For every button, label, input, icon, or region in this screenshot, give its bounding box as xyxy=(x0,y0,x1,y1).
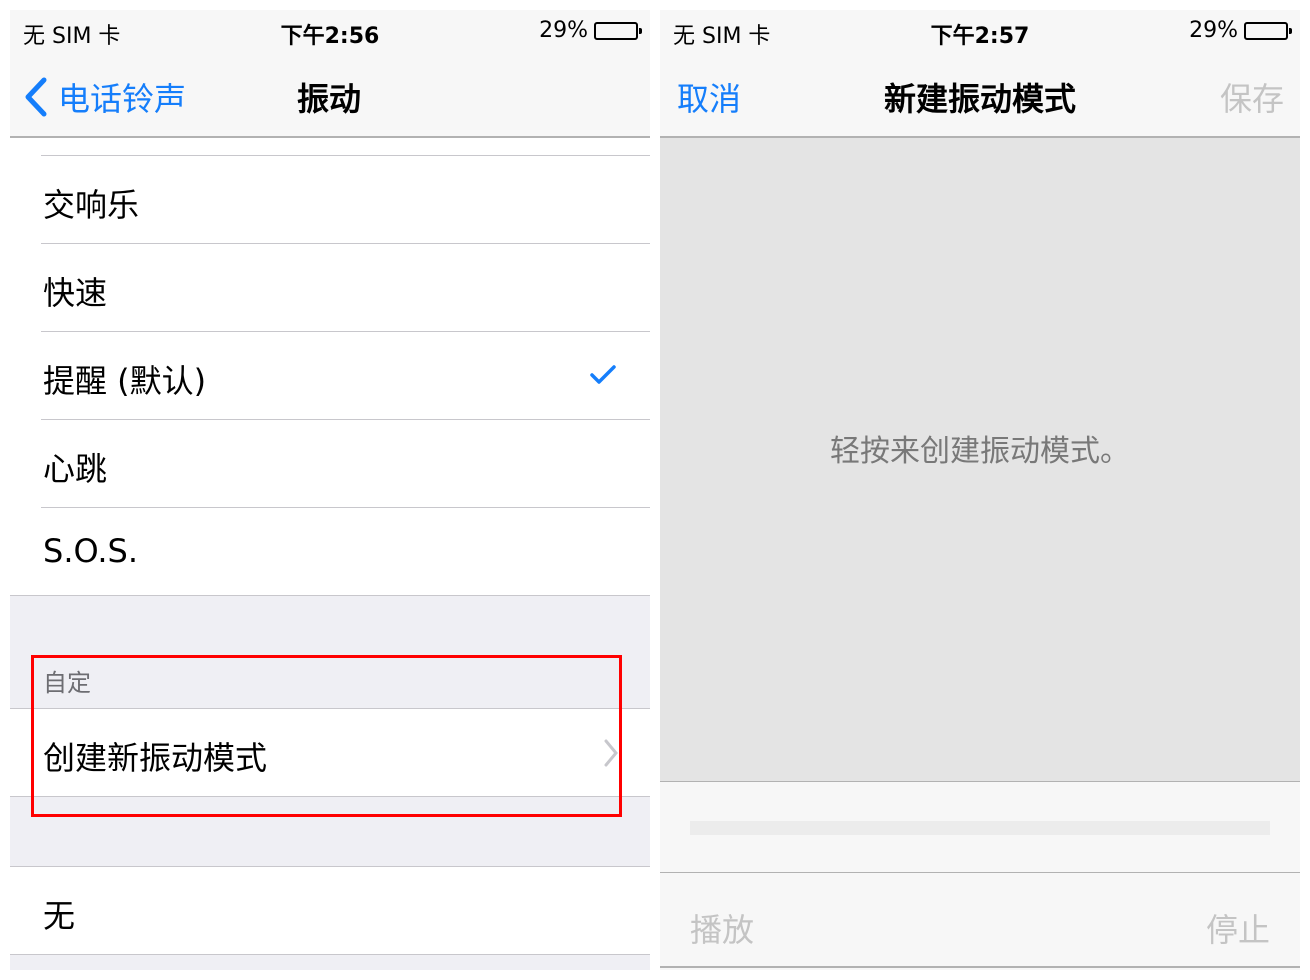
list-item[interactable]: S.O.S. xyxy=(10,508,650,596)
list-item[interactable]: 提醒 (默认) xyxy=(10,332,650,420)
vibration-progress-bar xyxy=(690,821,1270,835)
navigation-bar: 取消 新建振动模式 保存 xyxy=(660,52,1300,138)
list-item[interactable]: 快速 xyxy=(10,244,650,332)
battery-indicator: 29% xyxy=(539,18,642,43)
none-item[interactable]: 无 xyxy=(10,867,650,955)
standard-vibrations-list: 交响乐 快速 提醒 (默认) 心跳 S.O.S. xyxy=(10,156,650,596)
back-button[interactable]: 电话铃声 xyxy=(24,74,186,120)
list-item[interactable]: 交响乐 xyxy=(10,156,650,244)
page-title: 新建振动模式 xyxy=(883,80,1076,118)
checkmark-icon xyxy=(590,365,616,384)
page-title: 振动 xyxy=(297,80,362,118)
vibration-tap-area[interactable]: 轻按来创建振动模式。 xyxy=(660,138,1300,782)
battery-indicator: 29% xyxy=(1189,18,1292,43)
tap-hint: 轻按来创建振动模式。 xyxy=(830,434,1130,469)
highlight-box xyxy=(31,655,622,817)
playback-toolbar: 播放 停止 xyxy=(660,872,1300,968)
list-item[interactable]: 心跳 xyxy=(10,420,650,508)
navigation-bar: 电话铃声 振动 xyxy=(10,52,650,138)
battery-icon xyxy=(594,21,642,40)
back-label: 电话铃声 xyxy=(58,80,187,118)
battery-percent: 29% xyxy=(539,18,588,43)
save-button[interactable]: 保存 xyxy=(1220,74,1284,120)
chevron-left-icon xyxy=(25,77,47,117)
battery-icon xyxy=(1244,21,1292,40)
battery-percent: 29% xyxy=(1189,18,1238,43)
play-button[interactable]: 播放 xyxy=(690,905,754,951)
status-bar: 无 SIM 卡 下午2:56 29% xyxy=(10,10,650,52)
status-bar: 无 SIM 卡 下午2:57 29% xyxy=(660,10,1300,52)
new-vibration-screen: 无 SIM 卡 下午2:57 29% 取消 新建振动模式 保存 轻按来创建振动模… xyxy=(660,10,1300,970)
stop-button[interactable]: 停止 xyxy=(1206,905,1270,951)
vibration-settings-screen: 无 SIM 卡 下午2:56 29% 电话铃声 振动 交响乐 快速 提醒 (默认… xyxy=(10,10,650,970)
